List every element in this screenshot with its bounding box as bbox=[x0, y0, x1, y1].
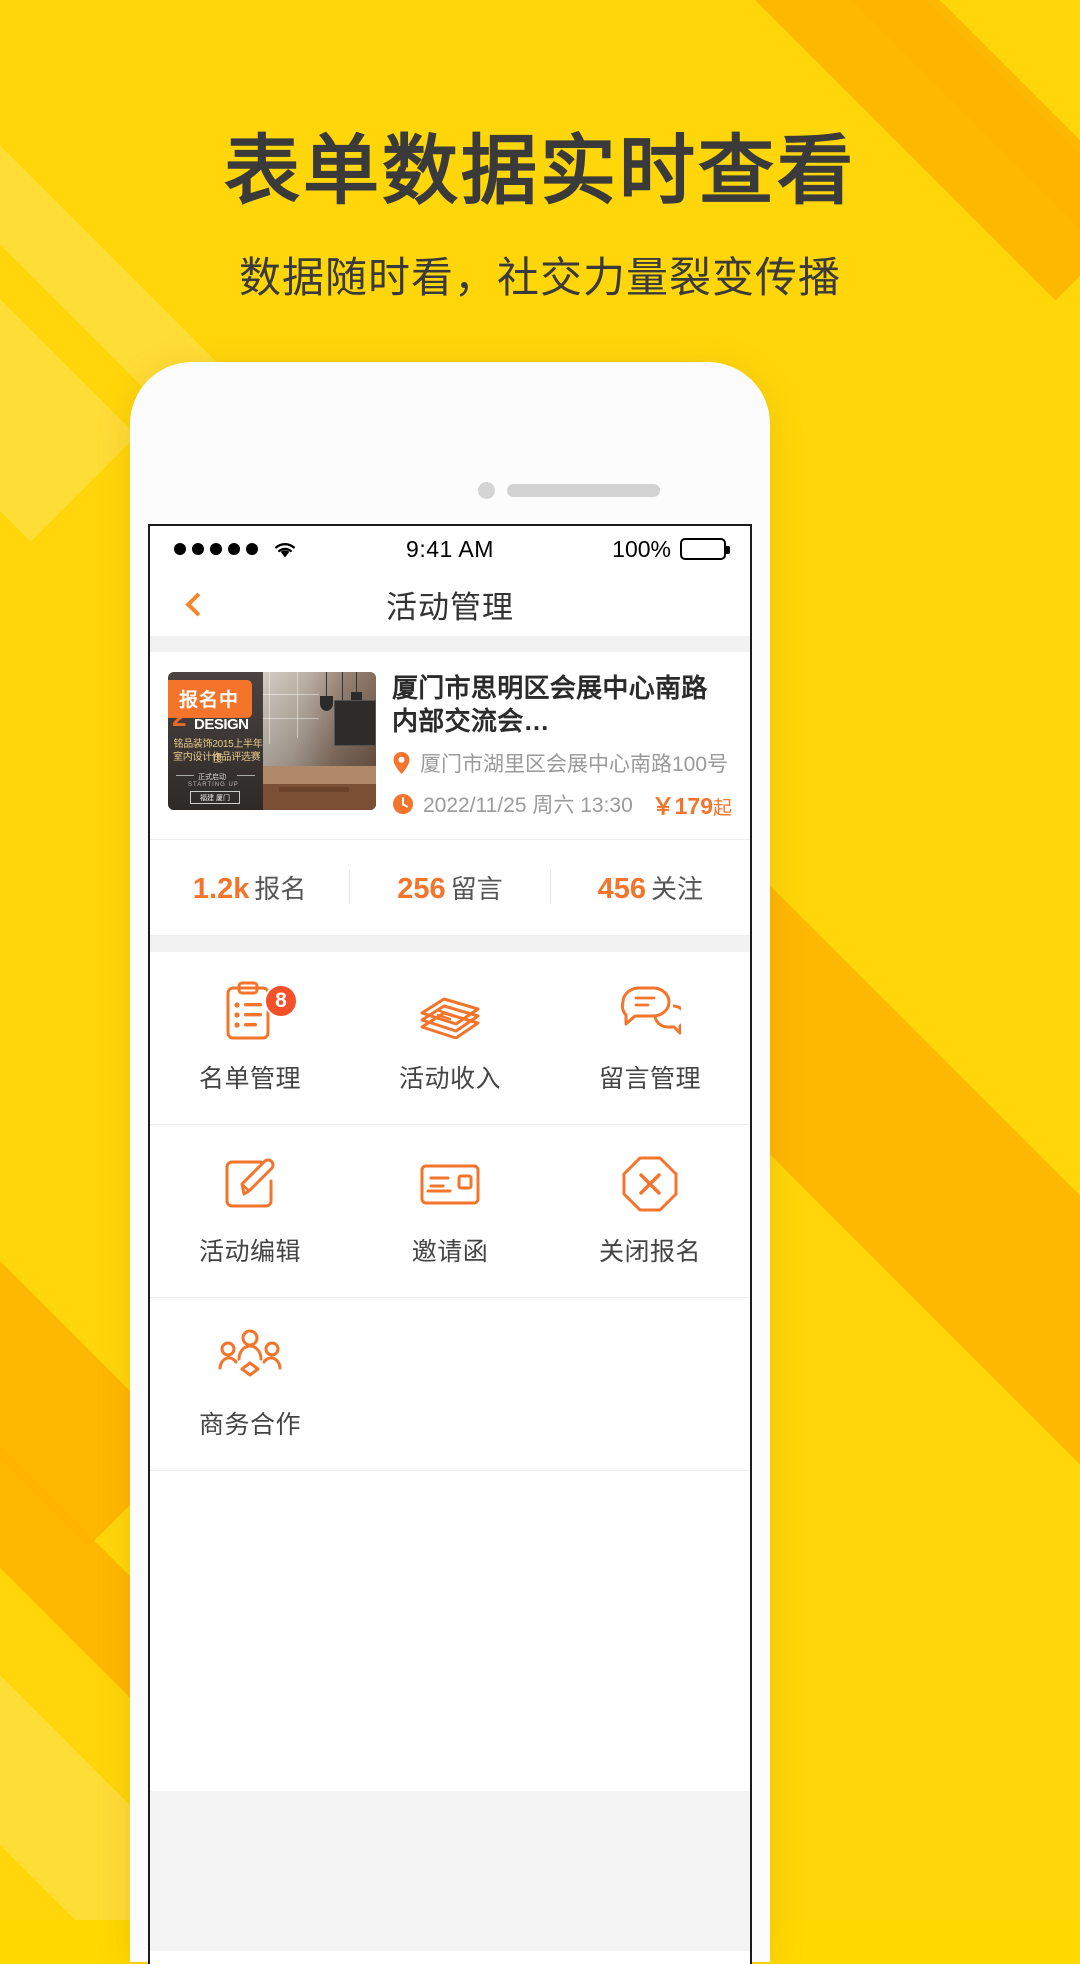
menu-row: 活动编辑 邀请函 关闭报名 bbox=[150, 1125, 750, 1298]
status-time: 9:41 AM bbox=[406, 535, 494, 562]
event-time-row: 2022/11/25 周六 13:30 ￥179起 bbox=[392, 787, 732, 821]
event-card[interactable]: 2 INTERIOR DESIGN 铭品装饰2015上半年度 室内设计作品评选赛… bbox=[150, 652, 750, 840]
menu-item-empty bbox=[550, 1298, 750, 1470]
price-unit: 起 bbox=[712, 797, 732, 819]
page-background-area bbox=[150, 1790, 750, 1951]
stat-value: 1.2k bbox=[192, 872, 250, 905]
event-title: 厦门市思明区会展中心南路内部交流会… bbox=[392, 673, 708, 737]
stat-followers[interactable]: 456 关注 bbox=[551, 869, 750, 906]
menu-item-label: 活动编辑 bbox=[198, 1238, 301, 1267]
menu-item-empty bbox=[350, 1298, 550, 1470]
menu-item-label: 商务合作 bbox=[198, 1411, 301, 1440]
price-symbol: ￥ bbox=[651, 792, 675, 819]
menu-item-label: 留言管理 bbox=[598, 1065, 701, 1094]
edit-pencil-icon bbox=[220, 1153, 280, 1215]
event-time: 2022/11/25 周六 13:30 bbox=[423, 793, 633, 817]
menu-item-income[interactable]: 活动收入 bbox=[350, 952, 550, 1124]
location-pin-icon bbox=[393, 751, 410, 774]
menu-item-edit[interactable]: 活动编辑 bbox=[150, 1125, 350, 1297]
poster-box-text: 福建 厦门 bbox=[190, 791, 240, 804]
section-divider bbox=[150, 636, 750, 652]
stat-value: 256 bbox=[397, 872, 446, 905]
stats-row: 1.2k 报名 256 留言 456 关注 bbox=[150, 839, 750, 936]
poster-interior-photo bbox=[263, 672, 376, 810]
event-location: 厦门市湖里区会展中心南路100号 bbox=[420, 752, 729, 776]
menu-item-label: 邀请函 bbox=[411, 1238, 489, 1267]
content-blank-area bbox=[150, 1470, 750, 1791]
page-title: 表单数据实时查看 bbox=[224, 129, 856, 214]
phone-mockup: 9:41 AM 100% 活动管理 2 INTERIOR DESIGN 铭品装饰… bbox=[130, 362, 770, 1964]
nav-title: 活动管理 bbox=[386, 589, 514, 625]
menu-badge-count: 8 bbox=[264, 983, 298, 1018]
section-divider bbox=[150, 935, 750, 952]
chevron-left-icon bbox=[184, 591, 210, 617]
poster-cn-line2: 室内设计作品评选赛 bbox=[173, 752, 261, 763]
money-stack-icon bbox=[418, 980, 482, 1042]
invitation-card-icon bbox=[419, 1153, 481, 1215]
price-value: 179 bbox=[674, 792, 713, 819]
status-bar: 9:41 AM 100% bbox=[150, 526, 750, 572]
event-thumbnail: 2 INTERIOR DESIGN 铭品装饰2015上半年度 室内设计作品评选赛… bbox=[168, 672, 376, 810]
stat-label: 报名 bbox=[254, 873, 307, 904]
poster-cn-line3: 正式启动 bbox=[198, 774, 226, 781]
chat-bubbles-icon bbox=[619, 980, 681, 1042]
menu-item-business[interactable]: 商务合作 bbox=[150, 1298, 350, 1470]
front-camera-icon bbox=[478, 482, 495, 499]
handshake-people-icon bbox=[218, 1326, 282, 1388]
stat-messages[interactable]: 256 留言 bbox=[350, 869, 549, 906]
menu-item-label: 名单管理 bbox=[198, 1065, 301, 1094]
promo-text-block: 表单数据实时查看 数据随时看，社交力量裂变传播 bbox=[0, 130, 1080, 305]
menu-item-label: 活动收入 bbox=[398, 1065, 501, 1094]
page-subtitle: 数据随时看，社交力量裂变传播 bbox=[238, 253, 841, 301]
earpiece-speaker bbox=[507, 484, 660, 497]
status-badge: 报名中 bbox=[168, 680, 253, 718]
nav-bar: 活动管理 bbox=[150, 572, 750, 636]
menu-item-roster[interactable]: 8 名单管理 bbox=[150, 952, 350, 1124]
event-price: ￥179起 bbox=[652, 787, 732, 821]
back-button[interactable] bbox=[172, 582, 216, 626]
stat-signups[interactable]: 1.2k 报名 bbox=[150, 869, 349, 906]
stat-label: 关注 bbox=[651, 873, 704, 904]
menu-row: 8 名单管理 活动收入 留言管理 bbox=[150, 952, 750, 1125]
menu-row: 商务合作 bbox=[150, 1298, 750, 1471]
menu-item-label: 关闭报名 bbox=[598, 1238, 701, 1267]
close-octagon-icon bbox=[621, 1153, 679, 1215]
poster-rule bbox=[237, 775, 255, 776]
menu-grid: 8 名单管理 活动收入 留言管理 活动编辑 邀请函 关闭报名 商务合作 bbox=[150, 951, 750, 1471]
poster-en-line3: STARTING UP bbox=[188, 782, 239, 788]
event-location-row: 厦门市湖里区会展中心南路100号 bbox=[392, 748, 732, 778]
poster-rule bbox=[176, 775, 194, 776]
clock-icon bbox=[393, 793, 413, 814]
menu-item-comments[interactable]: 留言管理 bbox=[550, 952, 750, 1124]
stat-value: 456 bbox=[597, 872, 646, 905]
poster-en-line2: DESIGN bbox=[194, 716, 249, 733]
event-info: 厦门市思明区会展中心南路内部交流会… 厦门市湖里区会展中心南路100号 2022… bbox=[392, 672, 732, 821]
menu-item-invitation[interactable]: 邀请函 bbox=[350, 1125, 550, 1297]
menu-item-close-signup[interactable]: 关闭报名 bbox=[550, 1125, 750, 1297]
phone-screen: 9:41 AM 100% 活动管理 2 INTERIOR DESIGN 铭品装饰… bbox=[148, 524, 752, 1964]
battery-icon bbox=[680, 538, 730, 560]
stat-label: 留言 bbox=[450, 873, 503, 904]
